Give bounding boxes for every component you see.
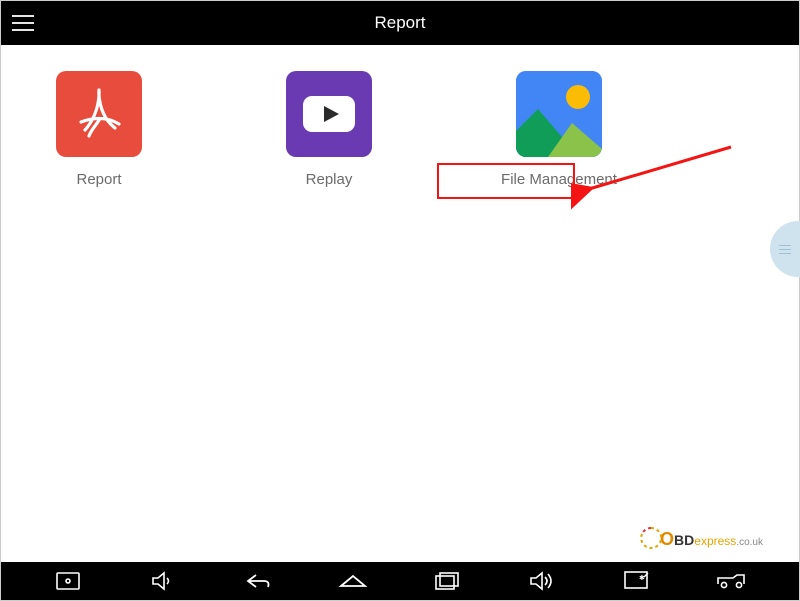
tile-label: File Management — [501, 171, 617, 188]
tile-label: Replay — [306, 171, 353, 188]
tile-label: Report — [76, 171, 121, 188]
app-frame: Report Report Replay — [0, 0, 800, 601]
nav-volume-down-button[interactable] — [133, 562, 193, 600]
side-drawer-tab[interactable] — [770, 221, 800, 277]
nav-back-button[interactable] — [228, 562, 288, 600]
page-title: Report — [1, 13, 799, 33]
tile-report[interactable]: Report — [29, 71, 169, 188]
watermark: OBDexpress.co.uk — [660, 529, 763, 550]
tile-grid: Report Replay File Management — [29, 71, 771, 188]
tile-file-management[interactable]: File Management — [489, 71, 629, 188]
top-bar: Report — [1, 1, 799, 45]
watermark-bd: BD — [674, 532, 694, 548]
nav-cast-button[interactable]: ✱ — [607, 562, 667, 600]
youtube-icon — [286, 71, 372, 157]
nav-volume-up-button[interactable] — [512, 562, 572, 600]
watermark-express: express — [694, 534, 736, 548]
tile-replay[interactable]: Replay — [259, 71, 399, 188]
svg-text:✱: ✱ — [639, 574, 645, 582]
gallery-icon — [516, 71, 602, 157]
adobe-pdf-icon — [56, 71, 142, 157]
bottom-nav: ✱ — [1, 562, 799, 600]
nav-home-button[interactable] — [323, 562, 383, 600]
nav-screenshot-button[interactable] — [38, 562, 98, 600]
nav-vehicle-button[interactable] — [702, 562, 762, 600]
watermark-tld: .co.uk — [736, 537, 763, 548]
nav-recent-button[interactable] — [417, 562, 477, 600]
